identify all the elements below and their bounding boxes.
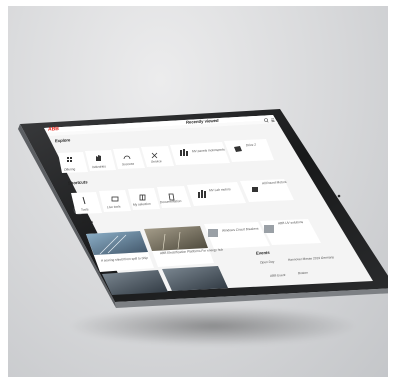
explore-label-industries: Industries bbox=[92, 164, 106, 169]
explore-label-service: Service bbox=[151, 159, 162, 164]
abb-logo[interactable]: ABB bbox=[48, 126, 59, 133]
recent-label-drive: Drive 2 bbox=[246, 143, 256, 148]
substation-photo bbox=[144, 226, 208, 251]
tile-mv-lab[interactable] bbox=[187, 182, 246, 206]
tile-recent-panels[interactable] bbox=[170, 142, 230, 165]
event-item-4[interactable]: Boston bbox=[298, 271, 308, 276]
shortcut-label-live-tools: Live tools bbox=[107, 204, 121, 209]
news-card-6[interactable] bbox=[162, 266, 228, 291]
camera-dot bbox=[337, 194, 341, 198]
shortcut-label-tools: Tools bbox=[81, 207, 89, 211]
photo-background: ABB Recently viewed Explore Offering Ind… bbox=[8, 6, 388, 377]
explore-label-success: Success bbox=[122, 162, 134, 167]
stadium-photo bbox=[86, 231, 148, 255]
news-card-5[interactable] bbox=[102, 270, 168, 295]
tablet-scene: ABB Recently viewed Explore Offering Ind… bbox=[18, 109, 388, 308]
event-item-1[interactable]: Open Day bbox=[260, 260, 275, 265]
motor-icon bbox=[252, 187, 258, 192]
events-title: Events bbox=[256, 250, 270, 256]
explore-title: Explore bbox=[55, 137, 71, 143]
explore-label-offering: Offering bbox=[64, 167, 75, 172]
uv-photo bbox=[264, 225, 274, 233]
news-title: News bbox=[82, 219, 94, 225]
breaker-photo bbox=[208, 229, 218, 237]
